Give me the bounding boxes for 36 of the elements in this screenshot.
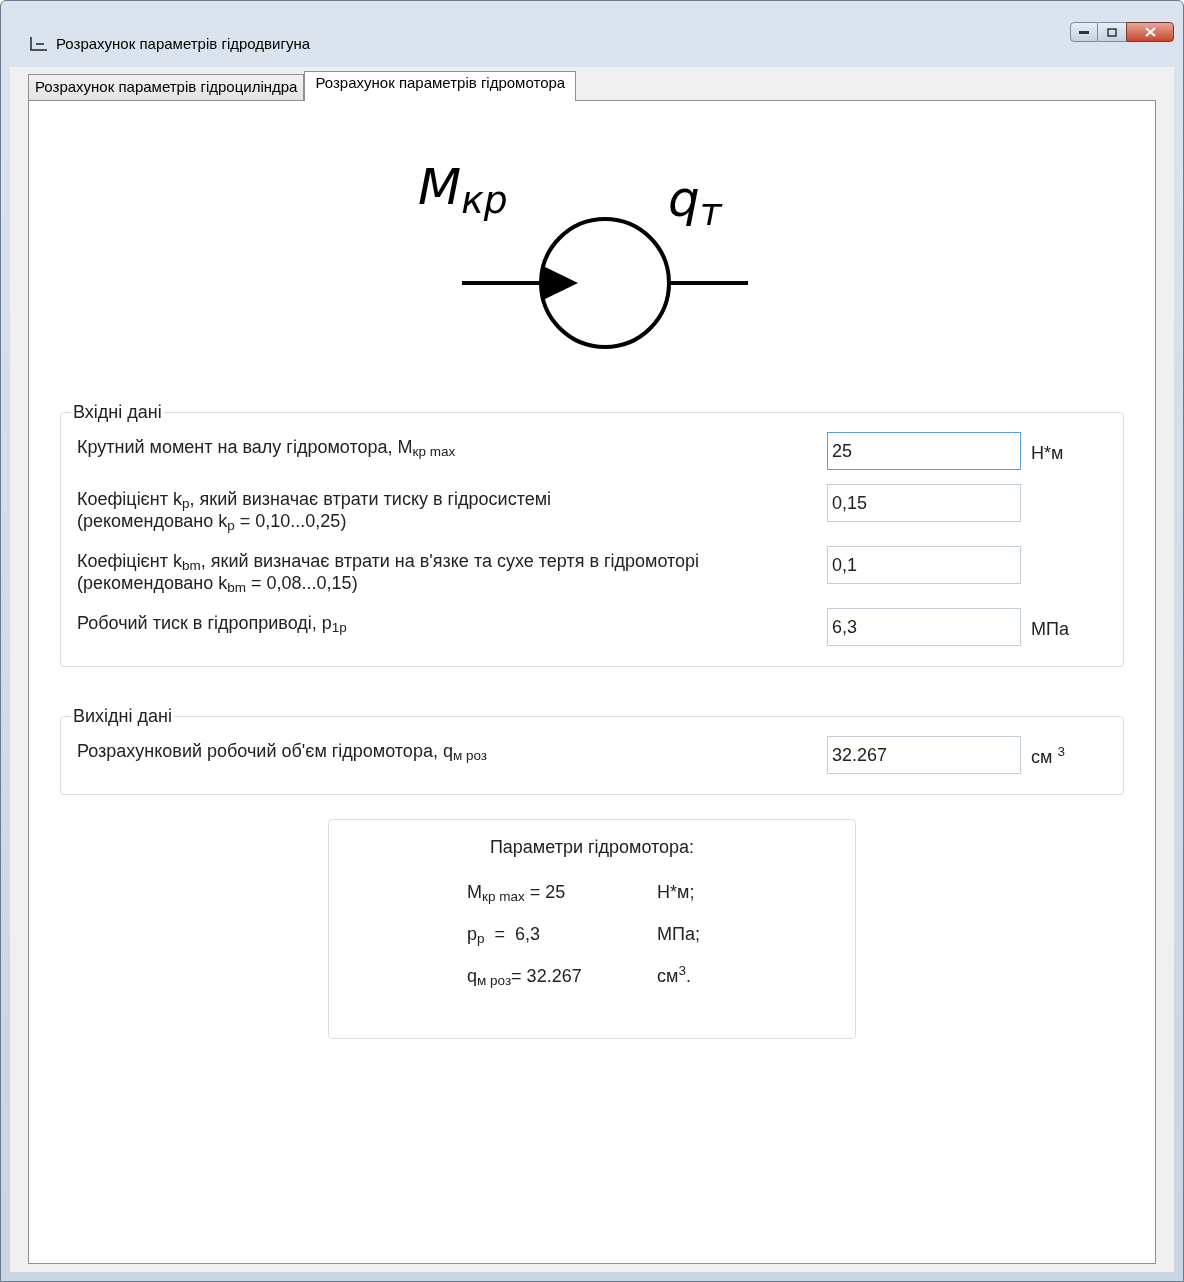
input-field[interactable]: 25 [827,432,1021,470]
summary-expression: M$_{кр max}$ = 25 [467,880,567,906]
torque-label: M$_{кр}$ [418,157,509,220]
summary-unit: см$^{3}$. [657,962,691,988]
summary-unit: Н*м; [657,880,695,904]
summary-unit: МПа; [657,922,700,946]
maximize-button[interactable] [1098,22,1126,42]
minimize-button[interactable] [1070,22,1098,42]
unit-label: Н*м [1031,442,1064,465]
window-title: Розрахунок параметрів гідродвигуна [56,33,311,54]
unit-label: см $^{3}$ [1031,743,1065,769]
app-icon [30,36,48,52]
summary-expression: p$_{p}$ = 6,3 [467,922,542,948]
field-label: Крутний момент на валу гідромотора, M$_{кр max}$ [77,436,456,458]
input-field[interactable]: 0,1 [827,546,1021,584]
input-field[interactable]: 0,15 [827,484,1021,522]
close-button[interactable] [1126,22,1174,42]
field-label: Робочий тиск в гідроприводі, p$_{1p}$ [77,612,347,634]
field-label: (рекомендовано k$_{p}$ = 0,10...0,25) [77,511,347,532]
input-field[interactable]: 6,3 [827,608,1021,646]
tab[interactable]: Розрахунок параметрів гідромотора [304,71,577,101]
group-title: Вихідні дані [72,705,173,728]
flow-label: q$_{т}$ [668,169,724,232]
field-label: Коефіцієнт k$_{bm}$, який визначає втрати на в'язке та сухе тертя в гідромоторі [77,550,700,572]
field-label: (рекомендовано k$_{bm}$ = 0,08...0,15) [77,572,358,594]
unit-label: МПа [1031,618,1069,641]
summary-title: Параметри гідромотора: [489,836,695,859]
close-icon [1144,27,1156,37]
minimize-icon [1079,30,1089,34]
summary-expression: q$_{м роз}$= 32.267 [467,964,583,990]
group-title: Вхідні дані [72,401,163,424]
field-label: Коефіцієнт k$_{p}$, який визначає втрати тиску в гідросистемі [77,488,552,510]
field-label: Розрахунковий робочий об'єм гідромотора, q$_{м роз}$ [77,740,487,762]
input-field[interactable]: 32.267 [827,736,1021,774]
maximize-icon [1107,27,1117,37]
tab[interactable]: Розрахунок параметрів гідроциліндра [28,74,305,100]
